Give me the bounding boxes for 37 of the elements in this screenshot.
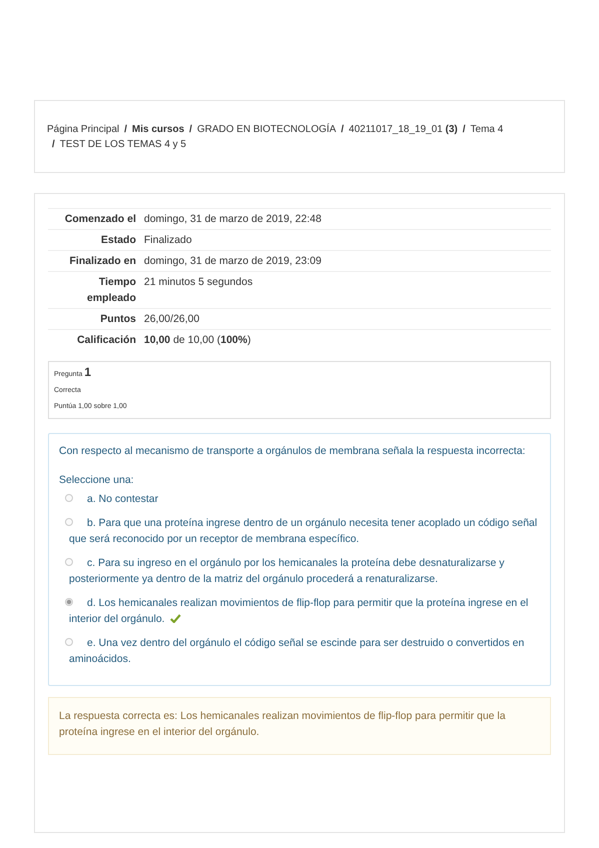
answer-option: e. Una vez dentro del orgánulo el código señal se escinde para ser destruido o convertidos en aminoácidos. xyxy=(69,635,540,667)
radio-button[interactable] xyxy=(65,638,73,646)
breadcrumb-link[interactable]: 40211017_18_19_01 (3) xyxy=(348,124,458,135)
breadcrumb-link[interactable]: TEST DE LOS TEMAS 4 y 5 xyxy=(60,139,186,150)
breadcrumb-separator: / xyxy=(124,124,128,135)
breadcrumb-link[interactable]: Mis cursos xyxy=(132,124,184,135)
breadcrumb-separator: / xyxy=(189,124,192,135)
summary-label: Estado xyxy=(48,230,144,250)
summary-label: Calificación xyxy=(48,330,144,350)
question-text: Con respecto al mecanismo de transporte a orgánulos de membrana señala la respuesta incorrecta: xyxy=(59,444,526,458)
answer-option: a. No contestar xyxy=(69,491,158,507)
answer-option: d. Los hemicanales realizan movimientos de flip-flop para permitir que la proteína ingrese en el interior del orgánulo. xyxy=(69,595,540,627)
radio-button[interactable] xyxy=(65,494,73,502)
summary-label: Puntos xyxy=(48,308,144,330)
breadcrumb-link[interactable]: GRADO EN BIOTECNOLOGÍA xyxy=(197,124,336,135)
summary-value: domingo, 31 de marzo de 2019, 22:48 xyxy=(144,213,322,225)
breadcrumb-separator: / xyxy=(52,139,55,150)
breadcrumb-link[interactable]: Página Principal xyxy=(47,124,120,135)
radio-button[interactable] xyxy=(65,518,73,526)
answer-prompt: Seleccione una: xyxy=(59,474,135,486)
summary-value: Finalizado xyxy=(144,234,192,246)
summary-value: 26,00/26,00 xyxy=(144,313,200,325)
breadcrumb-separator: / xyxy=(341,124,344,135)
answer-option: b. Para que una proteína ingrese dentro de un orgánulo necesita tener acoplado un código señal que será reconocido por un receptor de membrana específico. xyxy=(69,515,540,547)
answer-option: c. Para su ingreso en el orgánulo por los hemicanales la proteína debe desnaturalizarse y posteriormente ya dentro de la matriz del orgánulo procederá a renaturalizarse. xyxy=(69,555,540,587)
summary-label: Comenzado el xyxy=(48,208,144,230)
feedback-text: La respuesta correcta es: Los hemicanales realizan movimientos de flip-flop para permitir que la proteína ingrese en el interior del orgánulo. xyxy=(59,709,506,740)
summary-label: Tiempo empleado xyxy=(48,272,144,308)
breadcrumb-separator: / xyxy=(462,124,466,135)
summary-value: 10,00 de 10,00 (100%) xyxy=(144,334,251,346)
summary-value: domingo, 31 de marzo de 2019, 23:09 xyxy=(144,255,322,267)
radio-button[interactable] xyxy=(65,598,73,606)
summary-value: 21 minutos 5 segundos xyxy=(144,276,253,288)
radio-button[interactable] xyxy=(65,558,73,566)
breadcrumb-link[interactable]: Tema 4 xyxy=(470,124,504,135)
summary-label: Finalizado en xyxy=(48,250,144,272)
question-number: 1 xyxy=(84,365,92,379)
